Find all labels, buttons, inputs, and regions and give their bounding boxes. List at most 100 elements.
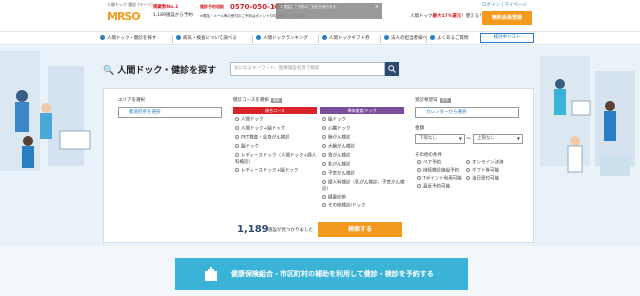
checkbox-icon <box>466 168 470 172</box>
course-label: 健診コースを選択 複数 <box>233 97 282 103</box>
checkbox-icon <box>322 135 326 139</box>
login-link[interactable]: ログイン <box>482 3 500 8</box>
register-button[interactable]: 無料会員登録 <box>482 11 532 25</box>
checkbox-icon <box>235 144 239 148</box>
course-checkbox[interactable]: 大腸がん検診 <box>322 144 355 151</box>
main-nav: 人間ドック・健診を探す 病気・検査について調べる 人間ドックランキング 人間ドッ… <box>0 31 640 45</box>
option-checkbox[interactable]: 持続検診施設予約 <box>417 168 459 175</box>
option-checkbox[interactable]: オンライン決済 <box>466 160 504 167</box>
course-checkbox[interactable]: 脳ドック <box>322 117 346 124</box>
option-checkbox[interactable]: Tポイント利用可能 <box>417 176 462 183</box>
course-option-label: 脳ドック <box>241 144 259 150</box>
checkbox-icon <box>417 160 421 164</box>
nav-divider <box>172 35 173 43</box>
logo-mark: MRSO <box>107 10 141 23</box>
nav-item-disease[interactable]: 病気・検査について調べる <box>176 34 237 44</box>
optional-pill: 任意 <box>439 98 451 103</box>
course-option-label: 婦人科検診（乳がん検診、子宮がん検診） <box>322 180 405 192</box>
other-label: その他の条件 <box>415 153 442 158</box>
course-option-label: 大腸がん検診 <box>328 144 355 150</box>
search-icon <box>100 35 105 40</box>
nav-item-label: 人間ドックギフト券 <box>329 36 370 41</box>
nav-item-search[interactable]: 人間ドック・健診を探す <box>100 34 156 44</box>
nav-divider <box>252 35 253 43</box>
option-checkbox[interactable]: ペア予約 <box>417 160 441 167</box>
checkbox-icon <box>235 117 239 121</box>
course-checkbox[interactable]: レディースドック+脳ドック <box>235 168 298 175</box>
nav-divider <box>426 35 427 43</box>
nav-item-label: 病気・検査について調べる <box>183 36 237 41</box>
phone-tooltip: お電話にて予約のご相談を承ります。 × <box>276 3 382 19</box>
course-option-label: 子宮がん検診 <box>328 171 355 177</box>
checkbox-icon <box>322 180 326 184</box>
option-label: ギフト券可能 <box>472 168 499 174</box>
course-checkbox[interactable]: 婦人科検診（乳がん検診、子宮がん検診） <box>322 180 406 193</box>
calendar-button[interactable]: カレンダーから選択 <box>415 107 519 118</box>
logo-tagline: 人間ドック 健診 (マーソ) <box>107 2 153 7</box>
nav-item-faq[interactable]: よくあるご質問 <box>430 34 469 44</box>
close-icon[interactable]: × <box>375 5 379 10</box>
price-label: 金額 <box>415 126 424 131</box>
price-min-value: 下限なし <box>419 136 437 141</box>
course-checkbox[interactable]: 脳ドック <box>235 144 259 151</box>
course-checkbox[interactable]: 肺がん検診 <box>322 135 351 142</box>
option-checkbox[interactable]: 直近予約可能 <box>417 184 450 191</box>
course-checkbox[interactable]: レディースドック（人間ドック+婦人科検診） <box>235 153 317 166</box>
result-count: 1,189 <box>237 224 269 235</box>
course-checkbox[interactable]: 心臓ドック <box>322 126 351 133</box>
nav-item-corporate[interactable]: 法人の担当者様へ <box>384 34 427 44</box>
course-checkbox[interactable]: 乳がん検診 <box>322 162 351 169</box>
search-button[interactable] <box>385 62 399 76</box>
price-min-select[interactable]: 下限なし ▼ <box>415 134 465 144</box>
course-checkbox[interactable]: 人間ドック <box>235 117 264 124</box>
nav-divider <box>318 35 319 43</box>
course-label-text: 健診コースを選択 <box>233 98 269 103</box>
history-button[interactable]: 検討中リスト <box>480 33 534 43</box>
result-label: 施設が見つかりました <box>268 228 313 233</box>
course-checkbox[interactable]: 胃がん検診 <box>322 153 351 160</box>
mypage-link[interactable]: マイページ <box>504 3 526 8</box>
checkbox-icon <box>322 162 326 166</box>
facility-count-text: 1,189施設から予約 <box>153 13 193 18</box>
site-logo[interactable]: 人間ドック 健診 (マーソ) MRSO <box>107 2 153 28</box>
page-title: 🔍 人間ドック・健診を探す <box>103 63 216 76</box>
promo-suffix: ！使える！ <box>461 14 484 19</box>
price-max-select[interactable]: 上限なし ▼ <box>473 134 523 144</box>
checkbox-icon <box>235 153 239 157</box>
option-checkbox[interactable]: 当日受付可能 <box>466 176 499 183</box>
course-option-label: その他検診/ドック <box>328 203 366 209</box>
date-label-text: 受診希望日 <box>415 98 438 103</box>
course-checkbox[interactable]: 子宮がん検診 <box>322 171 355 178</box>
checkbox-icon <box>322 144 326 148</box>
book-icon <box>176 35 181 40</box>
option-checkbox[interactable]: ギフト券可能 <box>466 168 499 175</box>
course-checkbox[interactable]: 健康診断 <box>322 195 346 202</box>
checkbox-icon <box>466 176 470 180</box>
phone-label: 健診予約相談 <box>200 4 224 9</box>
checkbox-icon <box>322 203 326 207</box>
nav-item-gift[interactable]: 人間ドックギフト券 <box>322 34 370 44</box>
area-select-button[interactable]: 都道府県を選択 <box>118 107 222 118</box>
checkbox-icon <box>235 135 239 139</box>
course-option-label: レディースドック（人間ドック+婦人科検診） <box>235 153 317 165</box>
promo-text[interactable]: 人間ドック最大17%還元！使える！ <box>410 13 484 19</box>
checkbox-icon <box>322 153 326 157</box>
course-option-label: 肺がん検診 <box>328 135 351 141</box>
option-label: オンライン決済 <box>472 160 504 166</box>
checkbox-icon <box>322 171 326 175</box>
checkbox-icon <box>417 176 421 180</box>
single-course-header: 単体検査/ドック <box>320 107 404 114</box>
course-checkbox[interactable]: PET検査・全身がん検診 <box>235 135 290 142</box>
insurance-banner[interactable]: 健康保険組合・市区町村の補助を利用して健診・検診を予約する <box>175 258 468 290</box>
checkbox-icon <box>322 126 326 130</box>
nav-item-ranking[interactable]: 人間ドックランキング <box>256 34 308 44</box>
course-checkbox[interactable]: 人間ドック+脳ドック <box>235 126 285 133</box>
search-input[interactable]: 気になるキーワード、医療施設名等で検索 <box>230 62 385 76</box>
course-option-label: 人間ドック+脳ドック <box>241 126 286 132</box>
course-option-label: PET検査・全身がん検診 <box>241 135 290 141</box>
course-checkbox[interactable]: その他検診/ドック <box>322 203 366 210</box>
checkbox-icon <box>322 195 326 199</box>
range-separator: 〜 <box>466 136 472 142</box>
promo-prefix: 人間ドック <box>410 14 433 19</box>
search-submit-button[interactable]: 検索する <box>318 222 402 237</box>
